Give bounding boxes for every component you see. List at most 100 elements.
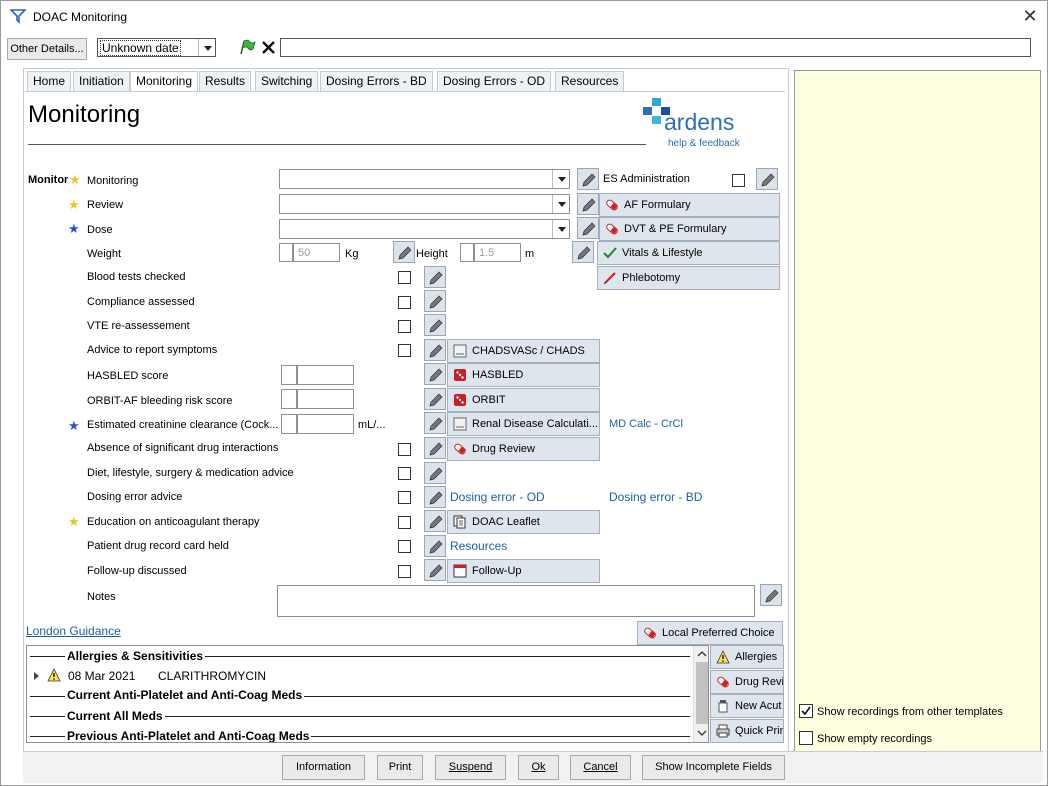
pencil-icon[interactable] xyxy=(424,412,446,434)
blood-tests-checkbox[interactable] xyxy=(398,271,411,284)
dosing-error-bd-link[interactable]: Dosing error - BD xyxy=(609,490,702,504)
follow-up-checkbox[interactable] xyxy=(398,565,411,578)
es-administration-checkbox[interactable] xyxy=(732,174,745,187)
renal-calculator-button[interactable]: Renal Disease Calculati... xyxy=(447,412,600,436)
crcl-flag-field[interactable] xyxy=(281,414,297,434)
vte-checkbox[interactable] xyxy=(398,320,411,333)
tab-resources[interactable]: Resources xyxy=(555,71,625,91)
follow-up-button[interactable]: Follow-Up xyxy=(447,559,600,583)
dosing-error-od-link[interactable]: Dosing error - OD xyxy=(450,490,545,504)
dosing-error-checkbox[interactable] xyxy=(398,491,411,504)
close-icon[interactable]: ✕ xyxy=(1019,6,1041,28)
pencil-icon[interactable] xyxy=(424,437,446,459)
chevron-up-icon[interactable] xyxy=(696,648,708,660)
pencil-icon[interactable] xyxy=(424,559,446,581)
height-input[interactable]: 1.5 xyxy=(474,243,521,262)
pencil-icon[interactable] xyxy=(424,535,446,557)
resources-link[interactable]: Resources xyxy=(450,539,507,553)
review-select[interactable] xyxy=(279,194,570,214)
dose-select[interactable] xyxy=(279,219,570,239)
pencil-icon[interactable] xyxy=(424,388,446,410)
hasbled-button[interactable]: HASBLED xyxy=(447,363,600,387)
pencil-icon[interactable] xyxy=(424,314,446,336)
record-card-checkbox[interactable] xyxy=(398,540,411,553)
height-flag-field[interactable] xyxy=(460,243,474,262)
london-guidance-link[interactable]: London Guidance xyxy=(26,624,121,638)
cancel-button[interactable]: Cancel xyxy=(570,755,631,780)
allergies-button[interactable]: Allergies xyxy=(710,645,784,669)
pencil-icon[interactable] xyxy=(424,363,446,385)
tab-dosing-errors-od[interactable]: Dosing Errors - OD xyxy=(437,71,552,91)
pencil-icon[interactable] xyxy=(424,266,446,288)
other-details-button[interactable]: Other Details... xyxy=(7,38,87,60)
pencil-icon[interactable] xyxy=(577,193,599,215)
show-other-templates-checkbox[interactable] xyxy=(799,704,813,718)
pencil-icon[interactable] xyxy=(424,339,446,361)
history-scrollbar[interactable] xyxy=(693,646,708,742)
pencil-icon[interactable] xyxy=(424,486,446,508)
af-formulary-button[interactable]: AF Formulary xyxy=(599,193,780,217)
print-button[interactable]: Print xyxy=(377,755,423,780)
pencil-icon[interactable] xyxy=(424,462,446,484)
hasbled-input[interactable] xyxy=(297,365,354,385)
chadsvasc-button[interactable]: CHADSVASc / CHADS xyxy=(447,339,600,363)
compliance-checkbox[interactable] xyxy=(398,296,411,309)
pencil-icon[interactable] xyxy=(393,241,415,263)
education-checkbox[interactable] xyxy=(398,516,411,529)
tab-initiation[interactable]: Initiation xyxy=(73,71,130,91)
expand-arrow-icon[interactable] xyxy=(33,671,41,680)
brand-logo-text[interactable]: ardens xyxy=(664,109,734,136)
hasbled-button-label: HASBLED xyxy=(472,369,524,381)
tab-dosing-errors-bd[interactable]: Dosing Errors - BD xyxy=(320,71,433,91)
local-preferred-choice-button[interactable]: Local Preferred Choice xyxy=(637,621,783,645)
pencil-icon[interactable] xyxy=(572,241,594,263)
pencil-icon[interactable] xyxy=(577,217,599,239)
pencil-icon[interactable] xyxy=(756,168,778,190)
crcl-unit: mL/... xyxy=(358,419,386,431)
new-acute-button[interactable]: New Acut xyxy=(710,694,784,718)
show-incomplete-fields-button[interactable]: Show Incomplete Fields xyxy=(642,755,785,780)
pencil-icon[interactable] xyxy=(424,510,446,532)
suspend-button[interactable]: Suspend xyxy=(435,755,506,780)
weight-flag-field[interactable] xyxy=(279,243,293,262)
dvt-pe-formulary-button[interactable]: DVT & PE Formulary xyxy=(599,217,780,241)
orbit-flag-field[interactable] xyxy=(281,389,297,409)
anti-platelet-header: Current Anti-Platelet and Anti-Coag Meds xyxy=(65,688,305,702)
notes-textarea[interactable] xyxy=(277,585,755,617)
quick-print-button[interactable]: Quick Prin xyxy=(710,719,784,743)
clear-x-icon[interactable] xyxy=(260,39,277,56)
drug-review-button[interactable]: Drug Review xyxy=(447,437,600,461)
chevron-down-icon xyxy=(552,220,569,238)
vitals-lifestyle-button[interactable]: Vitals & Lifestyle xyxy=(597,241,780,265)
tab-results[interactable]: Results xyxy=(199,71,252,91)
ok-button[interactable]: Ok xyxy=(518,755,559,780)
orbit-input[interactable] xyxy=(297,389,354,409)
hasbled-flag-field[interactable] xyxy=(281,365,297,385)
md-calc-crcl-link[interactable]: MD Calc - CrCl xyxy=(609,418,683,430)
show-empty-checkbox[interactable] xyxy=(799,731,813,745)
weight-input[interactable]: 50 xyxy=(293,243,340,262)
pencil-icon[interactable] xyxy=(577,168,599,190)
crcl-input[interactable] xyxy=(297,414,354,434)
date-select[interactable]: Unknown date xyxy=(97,38,216,57)
doac-leaflet-button[interactable]: DOAC Leaflet xyxy=(447,510,600,534)
diet-checkbox[interactable] xyxy=(398,467,411,480)
monitoring-select[interactable] xyxy=(279,169,570,189)
chevron-down-icon[interactable] xyxy=(696,727,708,739)
pencil-icon[interactable] xyxy=(424,290,446,312)
drug-interactions-checkbox[interactable] xyxy=(398,443,411,456)
phlebotomy-button[interactable]: Phlebotomy xyxy=(597,266,780,290)
help-feedback-link[interactable]: help & feedback xyxy=(668,138,740,149)
advice-checkbox[interactable] xyxy=(398,344,411,357)
pencil-icon[interactable] xyxy=(760,584,782,606)
tab-switching[interactable]: Switching xyxy=(255,71,319,91)
orbit-button[interactable]: ORBIT xyxy=(447,388,600,412)
star-blue-icon: ★ xyxy=(68,221,80,236)
free-text-input[interactable] xyxy=(280,38,1031,57)
information-button[interactable]: Information xyxy=(282,755,365,780)
scrollbar-thumb[interactable] xyxy=(696,662,708,724)
drug-review-side-button[interactable]: Drug Revi xyxy=(710,670,784,694)
tab-monitoring[interactable]: Monitoring xyxy=(130,71,199,92)
tab-home[interactable]: Home xyxy=(27,71,72,91)
green-flag-icon[interactable] xyxy=(238,39,256,56)
